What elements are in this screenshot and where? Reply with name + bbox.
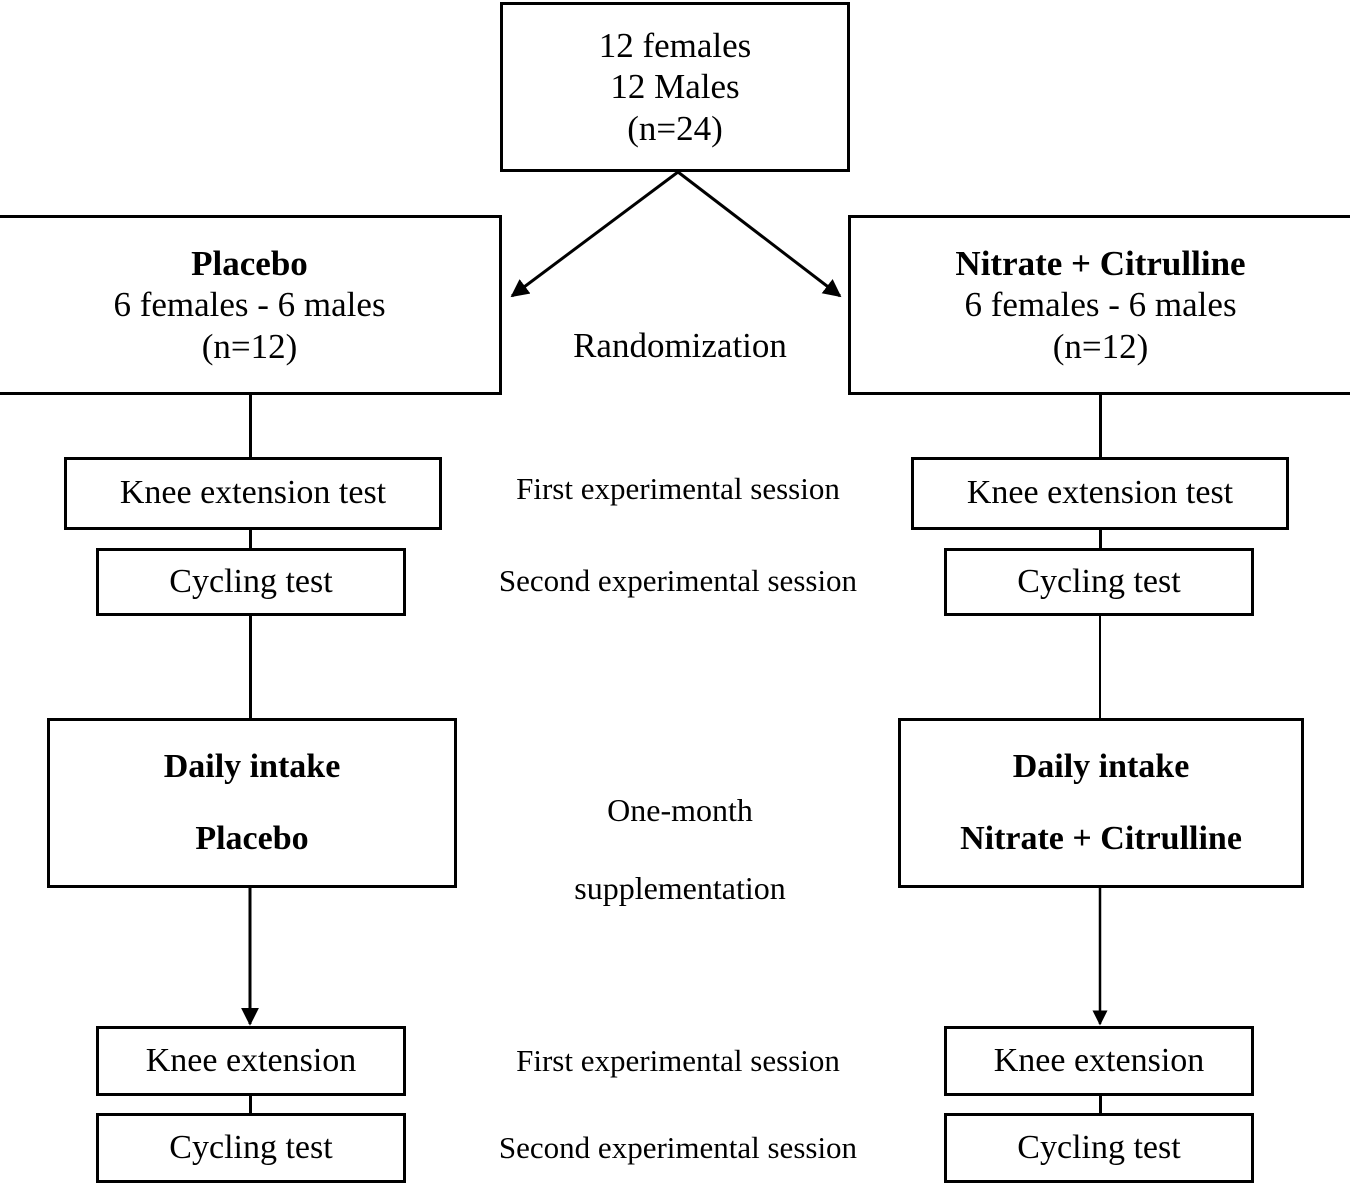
nitrate-pre-cycling-test-box: Cycling test bbox=[944, 548, 1254, 616]
nitrate-post-cycling-test-box: Cycling test bbox=[944, 1113, 1254, 1183]
nitrate-post-knee-extension-label: Knee extension bbox=[993, 1041, 1205, 1079]
nitrate-pre-knee-extension-label: Knee extension test bbox=[966, 474, 1234, 512]
second-experimental-session-label-bottom: Second experimental session bbox=[498, 1130, 858, 1165]
placebo-pre-cycling-test-box: Cycling test bbox=[96, 548, 406, 616]
placebo-post-cycling-test-box: Cycling test bbox=[96, 1113, 406, 1183]
arrow-randomization-left bbox=[510, 170, 679, 298]
placebo-pre-knee-extension-label: Knee extension test bbox=[119, 474, 387, 512]
group-placebo-composition: 6 females - 6 males bbox=[113, 285, 386, 325]
nitrate-pre-knee-extension-test-box: Knee extension test bbox=[911, 457, 1289, 530]
study-design-flowchart: 12 females 12 Males (n=24) Placebo 6 fem… bbox=[0, 0, 1350, 1202]
group-placebo-n: (n=12) bbox=[201, 326, 298, 366]
participants-total: (n=24) bbox=[627, 108, 723, 148]
participants-females: 12 females bbox=[598, 26, 752, 66]
nitrate-post-knee-extension-box: Knee extension bbox=[944, 1026, 1254, 1096]
nitrate-daily-intake-substance: Nitrate + Citrulline bbox=[960, 820, 1242, 857]
nitrate-daily-intake-box: Daily intake Nitrate + Citrulline bbox=[898, 718, 1304, 888]
participants-males: 12 Males bbox=[610, 67, 740, 107]
placebo-post-cycling-label: Cycling test bbox=[169, 1128, 333, 1166]
group-nitrate-title: Nitrate + Citrulline bbox=[955, 244, 1246, 284]
placebo-pre-cycling-label: Cycling test bbox=[169, 562, 333, 600]
nitrate-pre-cycling-label: Cycling test bbox=[1017, 562, 1181, 600]
placebo-pre-knee-extension-test-box: Knee extension test bbox=[64, 457, 442, 530]
randomization-label: Randomization bbox=[573, 326, 787, 365]
one-month-supplementation-label: One-month supplementation bbox=[500, 752, 860, 947]
placebo-post-knee-extension-label: Knee extension bbox=[145, 1041, 357, 1079]
first-experimental-session-label-top: First experimental session bbox=[516, 471, 840, 506]
first-experimental-session-label-bottom: First experimental session bbox=[516, 1043, 840, 1078]
nitrate-post-cycling-label: Cycling test bbox=[1017, 1128, 1181, 1166]
placebo-daily-intake-title: Daily intake bbox=[163, 747, 341, 785]
placebo-daily-intake-box: Daily intake Placebo bbox=[47, 718, 457, 888]
group-placebo-title: Placebo bbox=[191, 244, 308, 284]
nitrate-daily-intake-title: Daily intake bbox=[1012, 747, 1190, 785]
supplementation-line2: supplementation bbox=[574, 870, 786, 907]
group-nitrate-composition: 6 females - 6 males bbox=[964, 285, 1237, 325]
arrow-randomization-right bbox=[677, 170, 842, 298]
participants-box: 12 females 12 Males (n=24) bbox=[500, 2, 850, 172]
placebo-post-knee-extension-box: Knee extension bbox=[96, 1026, 406, 1096]
group-box-placebo: Placebo 6 females - 6 males (n=12) bbox=[0, 215, 502, 395]
group-nitrate-n: (n=12) bbox=[1052, 326, 1149, 366]
group-box-nitrate-citrulline: Nitrate + Citrulline 6 females - 6 males… bbox=[848, 215, 1350, 395]
placebo-daily-intake-substance: Placebo bbox=[195, 820, 309, 857]
second-experimental-session-label-top: Second experimental session bbox=[498, 563, 858, 598]
supplementation-line1: One-month bbox=[607, 792, 753, 829]
